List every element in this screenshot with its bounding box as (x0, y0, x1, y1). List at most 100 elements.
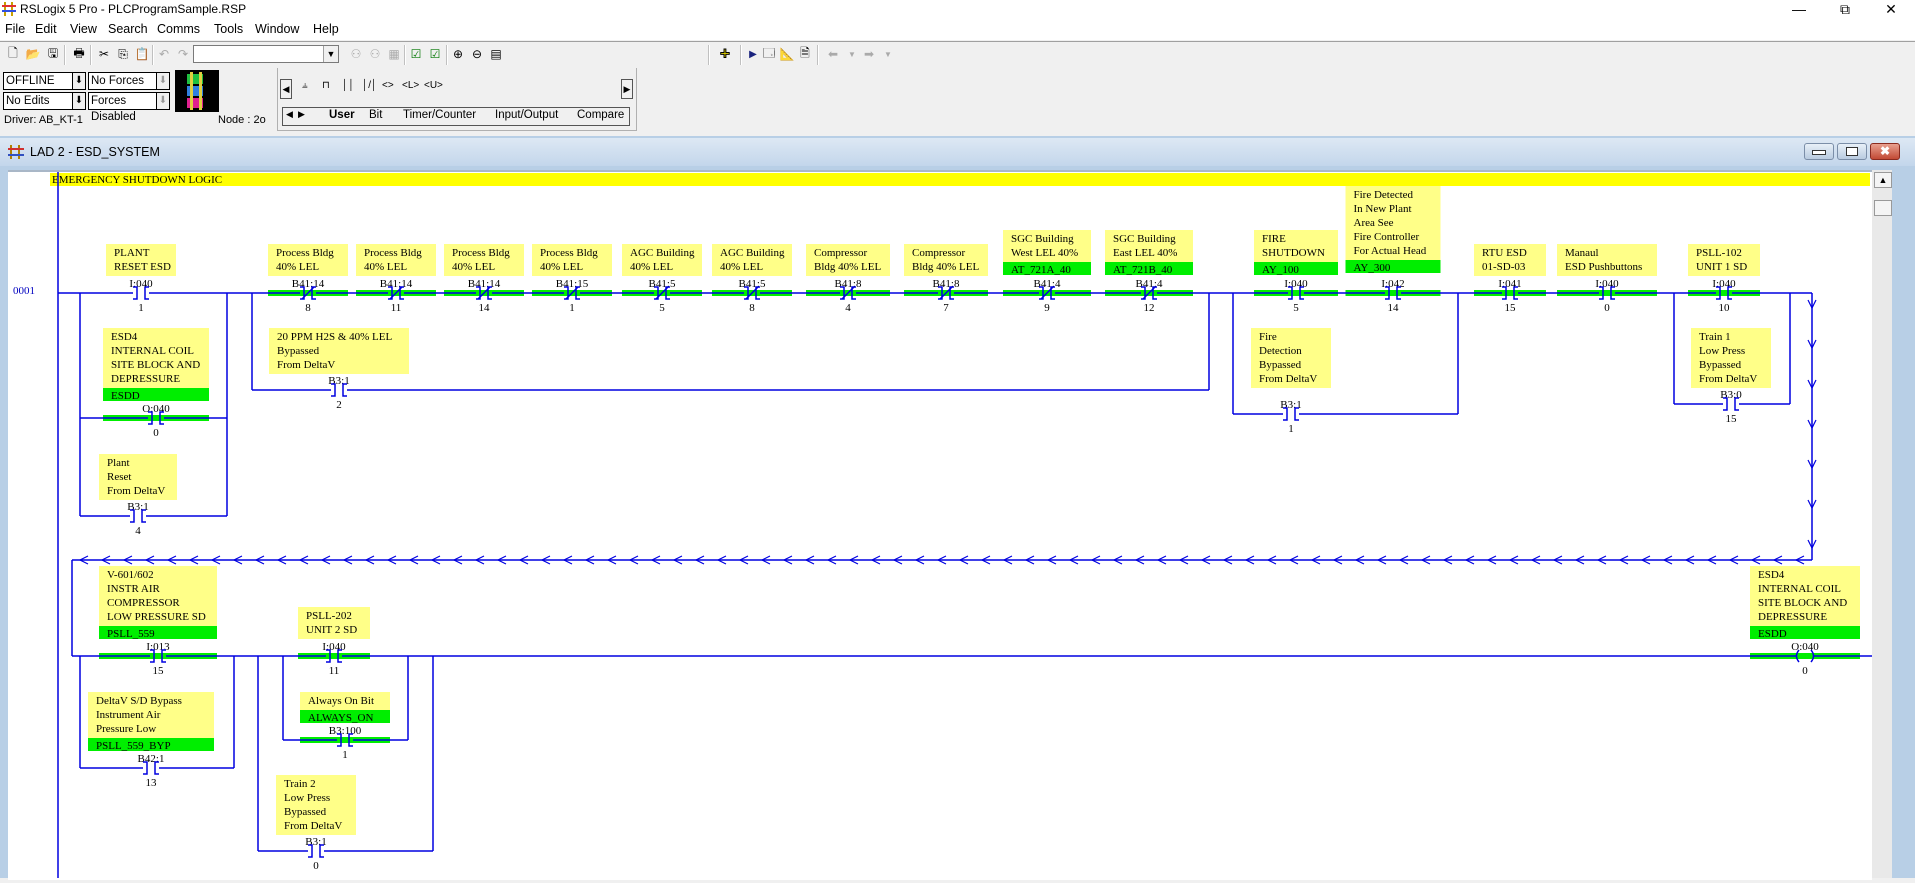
instruction-esd4-coil[interactable]: ESD4 INTERNAL COIL SITE BLOCK AND DEPRESSUR… (1750, 566, 1860, 677)
find-next-icon[interactable]: ⚇ (366, 45, 384, 63)
dropdown-arrow-icon[interactable]: ⬇ (72, 73, 85, 89)
menu-file[interactable]: File (5, 22, 25, 36)
edits-combo[interactable]: No Edits ⬇ (3, 92, 86, 110)
instruction-rtu-esd[interactable]: RTU ESD 01-SD-03 I:041 15 (1474, 244, 1546, 314)
instruction-plant-reset-esd[interactable]: PLANT RESET ESD I:040 1 (106, 244, 176, 314)
instruction-sgc-west[interactable]: SGC Building West LEL 40% AT_721A_40 B41:4 9 (1003, 230, 1091, 314)
window-layout-icon[interactable]: ▤ (487, 45, 505, 63)
xic-icon[interactable]: ││ (342, 80, 355, 91)
redo-icon[interactable]: ↷ (174, 45, 192, 63)
instruction-psll-102[interactable]: PSLL-102 UNIT 1 SD I:040 10 (1688, 244, 1760, 314)
add-icon[interactable]: + (716, 44, 734, 64)
instruction-manual-esd[interactable]: Manaul ESD Pushbuttons I:040 0 (1557, 244, 1657, 314)
tab-user[interactable]: User (329, 109, 355, 121)
child-maximize-button[interactable] (1837, 143, 1867, 160)
instruction-v601-602[interactable]: V-601/602 INSTR AIR COMPRESSOR LOW PRESSURE… (99, 566, 217, 677)
palette-scroll-left[interactable]: ◀ (280, 79, 292, 99)
forces-combo[interactable]: No Forces ⬇ (88, 72, 170, 90)
tab-input-output[interactable]: Input/Output (495, 109, 558, 121)
palette-scroll-right[interactable]: ▶ (621, 79, 633, 99)
otu-icon[interactable]: <U> (424, 80, 443, 91)
rung-icon[interactable]: ⊓ (322, 80, 330, 91)
vertical-scrollbar[interactable]: ▲ (1872, 170, 1892, 878)
menu-help[interactable]: Help (313, 22, 339, 36)
back-dropdown-icon[interactable]: ▼ (843, 45, 861, 63)
tab-scroll-right-icon[interactable]: ▶ (298, 109, 305, 120)
replace-icon[interactable]: ▦ (385, 45, 403, 63)
chevron-down-icon[interactable]: ▼ (323, 46, 338, 62)
menu-window[interactable]: Window (255, 22, 299, 36)
instruction-h2s-bypass[interactable]: 20 PPM H2S & 40% LEL Bypassed From DeltaV B… (269, 328, 409, 411)
undo-icon[interactable]: ↶ (155, 45, 173, 63)
description-line: Compressor (912, 247, 966, 259)
instruction-compressor-bldg-1[interactable]: Compressor Bldg 40% LEL B41:8 4 (806, 244, 890, 314)
tab-compare[interactable]: Compare (577, 109, 624, 121)
forces-enabled-combo[interactable]: Forces Disabled ⬇ (88, 92, 170, 123)
dropdown-arrow-icon[interactable]: ⬇ (156, 73, 169, 89)
design-tool-icon[interactable]: 📐 (778, 45, 796, 63)
child-minimize-button[interactable] (1804, 143, 1834, 160)
ladder-diagram[interactable]: EMERGENCY SHUTDOWN LOGIC0001PLANTRESET E… (8, 172, 1874, 880)
forward-arrow-icon[interactable]: ➡ (860, 45, 878, 63)
instruction-always-on[interactable]: Always On Bit ALWAYS_ONB3:100 1 (300, 692, 390, 761)
tab-bit[interactable]: Bit (369, 109, 382, 121)
open-folder-icon[interactable]: 📂 (24, 45, 42, 63)
instruction-esd4-seal[interactable]: ESD4 INTERNAL COIL SITE BLOCK AND DEPRESSUR… (103, 328, 209, 439)
description-line: From DeltaV (1699, 373, 1757, 385)
instruction-plant-reset-deltav[interactable]: Plant Reset From DeltaV B3:1 4 (99, 454, 177, 537)
instruction-train1-bypass[interactable]: Train 1 Low Press Bypassed From DeltaV B3:0 1… (1691, 328, 1771, 425)
instruction-fire-detection-bypass[interactable]: Fire Detection Bypassed From DeltaV B3:1 1 (1251, 328, 1331, 435)
instruction-compressor-bldg-2[interactable]: Compressor Bldg 40% LEL B41:8 7 (904, 244, 988, 314)
instruction-process-bldg-1[interactable]: Process Bldg 40% LEL B41:14 8 (268, 244, 348, 314)
dropdown-arrow-icon[interactable]: ⬇ (72, 93, 85, 109)
forward-dropdown-icon[interactable]: ▼ (879, 45, 897, 63)
instruction-process-bldg-4[interactable]: Process Bldg 40% LEL B41:15 1 (532, 244, 612, 314)
search-combo[interactable]: ▼ (193, 45, 339, 63)
restore-button[interactable]: ⧉ (1822, 0, 1868, 20)
instruction-process-bldg-3[interactable]: Process Bldg 40% LEL B41:14 14 (444, 244, 524, 314)
ote-icon[interactable]: <> (382, 80, 394, 91)
cut-icon[interactable]: ✂ (95, 45, 113, 63)
minimize-button[interactable]: — (1776, 0, 1822, 20)
instruction-train2-bypass[interactable]: Train 2 Low Press Bypassed From DeltaV B3:1 0 (276, 775, 356, 872)
menu-tools[interactable]: Tools (214, 22, 243, 36)
paste-icon[interactable]: 📋 (133, 45, 151, 63)
rung-comment-bar (50, 173, 1870, 186)
verify-file-icon[interactable]: ☑ (407, 45, 425, 63)
zoom-in-icon[interactable]: ⊕ (449, 45, 467, 63)
scroll-up-arrow-icon[interactable]: ▲ (1874, 172, 1892, 188)
tab-scroll-left-icon[interactable]: ◀ (286, 109, 293, 120)
scroll-thumb[interactable] (1874, 200, 1892, 216)
branch-icon[interactable]: ⫨ (302, 80, 308, 91)
otl-icon[interactable]: <L> (402, 80, 419, 91)
print-icon[interactable]: 🖶 (70, 45, 88, 63)
instruction-deltav-sd-bypass[interactable]: DeltaV S/D Bypass Instrument Air Pressure … (88, 692, 214, 789)
find-icon[interactable]: ⚇ (347, 45, 365, 63)
instruction-process-bldg-2[interactable]: Process Bldg 40% LEL B41:14 11 (356, 244, 436, 314)
instruction-agc-building-2[interactable]: AGC Building 40% LEL B41:5 8 (712, 244, 792, 314)
edit-properties-icon[interactable]: 🗔 (760, 45, 778, 63)
child-close-button[interactable]: ✖ (1870, 143, 1900, 160)
save-icon[interactable]: 🖫 (44, 45, 62, 63)
instruction-fire-detected[interactable]: Fire Detected In New Plant Area See Fire Co… (1345, 186, 1441, 314)
report-icon[interactable]: 🗎 (796, 45, 814, 63)
menu-edit[interactable]: Edit (35, 22, 57, 36)
instruction-agc-building-1[interactable]: AGC Building 40% LEL B41:5 5 (622, 244, 702, 314)
menu-comms[interactable]: Comms (157, 22, 200, 36)
close-button[interactable]: ✕ (1868, 0, 1914, 20)
tab-timer-counter[interactable]: Timer/Counter (403, 109, 476, 121)
new-file-icon[interactable]: 🗋 (4, 45, 22, 63)
menu-view[interactable]: View (70, 22, 97, 36)
dropdown-arrow-icon[interactable]: ⬇ (156, 93, 169, 109)
mode-combo[interactable]: OFFLINE ⬇ (3, 72, 86, 90)
zoom-out-icon[interactable]: ⊖ (468, 45, 486, 63)
verify-project-icon[interactable]: ☑ (426, 45, 444, 63)
instruction-fire-shutdown[interactable]: FIRE SHUTDOWN AY_100 I:040 5 (1254, 230, 1338, 314)
instruction-sgc-east[interactable]: SGC Building East LEL 40% AT_721B_40 B41:4 1… (1105, 230, 1193, 314)
copy-icon[interactable]: ⎘ (114, 45, 132, 63)
menu-search[interactable]: Search (108, 22, 148, 36)
instruction-psll-202[interactable]: PSLL-202 UNIT 2 SD I:040 11 (298, 607, 370, 677)
ladder-editor[interactable]: EMERGENCY SHUTDOWN LOGIC 0001 PLANT RESET E… (8, 170, 1874, 880)
back-arrow-icon[interactable]: ⬅ (824, 45, 842, 63)
xio-icon[interactable]: │/│ (362, 80, 377, 91)
